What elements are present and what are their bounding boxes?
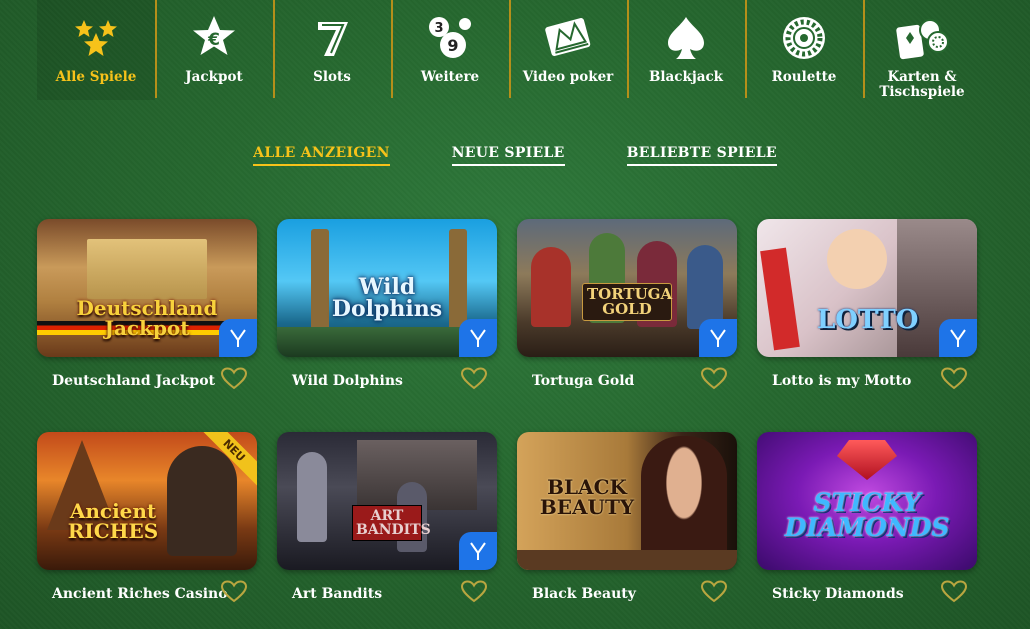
game-thumbnail[interactable]: TORTUGA GOLD xyxy=(517,219,737,357)
game-art-title: BLACK BEAUTY xyxy=(539,475,635,519)
game-name: Art Bandits xyxy=(292,586,383,602)
category-label: Blackjack xyxy=(648,69,724,85)
game-name: Black Beauty xyxy=(532,586,636,602)
provider-badge xyxy=(699,319,737,357)
provider-badge xyxy=(219,319,257,357)
game-art-title: TORTUGA GOLD xyxy=(582,283,672,321)
game-name: Ancient Riches Casino xyxy=(52,586,228,602)
game-name: Deutschland Jackpot xyxy=(52,373,216,389)
favorite-heart-icon[interactable] xyxy=(700,367,728,391)
game-thumbnail[interactable]: LOTTO xyxy=(757,219,977,357)
provider-badge xyxy=(459,532,497,570)
roulette-wheel-icon xyxy=(774,14,834,62)
game-thumbnail[interactable]: BLACK BEAUTY xyxy=(517,432,737,570)
game-art-title: STICKY DIAMONDS xyxy=(784,488,950,542)
game-card[interactable]: Ancient RICHES NEU Ancient Riches Casino xyxy=(37,432,257,622)
seven-icon xyxy=(302,14,362,62)
svg-text:€: € xyxy=(207,30,220,50)
game-card[interactable]: Wild Dolphins Wild Dolphins xyxy=(277,219,497,409)
spade-icon xyxy=(656,14,716,62)
category-label: Karten & Tischspiele xyxy=(879,69,965,100)
game-thumbnail[interactable]: Deutschland Jackpot xyxy=(37,219,257,357)
filter-popular-games[interactable]: BELIEBTE SPIELE xyxy=(626,145,777,166)
game-art-title: Deutschland Jackpot xyxy=(76,296,218,340)
category-label: Video poker xyxy=(522,69,614,85)
game-name: Tortuga Gold xyxy=(532,373,635,389)
game-card[interactable]: TORTUGA GOLD Tortuga Gold xyxy=(517,219,737,409)
game-art-title: LOTTO xyxy=(817,305,919,335)
game-card[interactable]: ART BANDITS Art Bandits xyxy=(277,432,497,622)
filter-all[interactable]: ALLE ANZEIGEN xyxy=(253,145,390,166)
category-roulette[interactable]: Roulette xyxy=(745,0,863,100)
game-card[interactable]: LOTTO Lotto is my Motto xyxy=(757,219,977,409)
favorite-heart-icon[interactable] xyxy=(700,580,728,604)
favorite-heart-icon[interactable] xyxy=(460,367,488,391)
lottery-balls-icon: 3 9 xyxy=(420,14,480,62)
game-thumbnail[interactable]: Wild Dolphins xyxy=(277,219,497,357)
stars-icon xyxy=(66,14,126,62)
category-label: Weitere xyxy=(420,69,480,85)
game-art-title: Wild Dolphins xyxy=(331,274,443,322)
category-video-poker[interactable]: Video poker xyxy=(509,0,627,100)
game-thumbnail[interactable]: ART BANDITS xyxy=(277,432,497,570)
category-jackpot[interactable]: € Jackpot xyxy=(155,0,273,100)
game-name: Wild Dolphins xyxy=(292,373,403,389)
category-label: Alle Spiele xyxy=(55,69,137,85)
game-card[interactable]: Deutschland Jackpot Deutschland Jackpot xyxy=(37,219,257,409)
category-slots[interactable]: Slots xyxy=(273,0,391,100)
svg-text:3: 3 xyxy=(434,21,443,36)
favorite-heart-icon[interactable] xyxy=(940,580,968,604)
game-thumbnail[interactable]: Ancient RICHES NEU xyxy=(37,432,257,570)
game-card[interactable]: STICKY DIAMONDS Sticky Diamonds xyxy=(757,432,977,622)
playing-cards-king-icon xyxy=(538,14,598,62)
game-art-title: ART BANDITS xyxy=(352,505,431,541)
provider-badge xyxy=(939,319,977,357)
favorite-heart-icon[interactable] xyxy=(460,580,488,604)
category-more[interactable]: 3 9 Weitere xyxy=(391,0,509,100)
euro-star-icon: € xyxy=(184,14,244,62)
favorite-heart-icon[interactable] xyxy=(940,367,968,391)
category-cards-table[interactable]: Karten & Tischspiele xyxy=(863,0,981,100)
category-label: Slots xyxy=(313,69,351,85)
game-name: Sticky Diamonds xyxy=(772,586,904,602)
game-thumbnail[interactable]: STICKY DIAMONDS xyxy=(757,432,977,570)
game-card[interactable]: BLACK BEAUTY Black Beauty xyxy=(517,432,737,622)
favorite-heart-icon[interactable] xyxy=(220,367,248,391)
filter-tabs: ALLE ANZEIGEN NEUE SPIELE BELIEBTE SPIEL… xyxy=(0,145,1030,166)
favorite-heart-icon[interactable] xyxy=(220,580,248,604)
provider-badge xyxy=(459,319,497,357)
category-nav: Alle Spiele € Jackpot Slots 3 9 Weitere … xyxy=(37,0,991,100)
svg-text:9: 9 xyxy=(447,36,458,55)
game-name: Lotto is my Motto xyxy=(772,373,912,389)
category-label: Roulette xyxy=(771,69,837,85)
category-all-games[interactable]: Alle Spiele xyxy=(37,0,155,100)
cards-chips-icon xyxy=(892,14,952,62)
game-art-title: Ancient RICHES xyxy=(67,499,159,543)
category-blackjack[interactable]: Blackjack xyxy=(627,0,745,100)
category-label: Jackpot xyxy=(185,69,243,85)
filter-new-games[interactable]: NEUE SPIELE xyxy=(451,145,565,166)
